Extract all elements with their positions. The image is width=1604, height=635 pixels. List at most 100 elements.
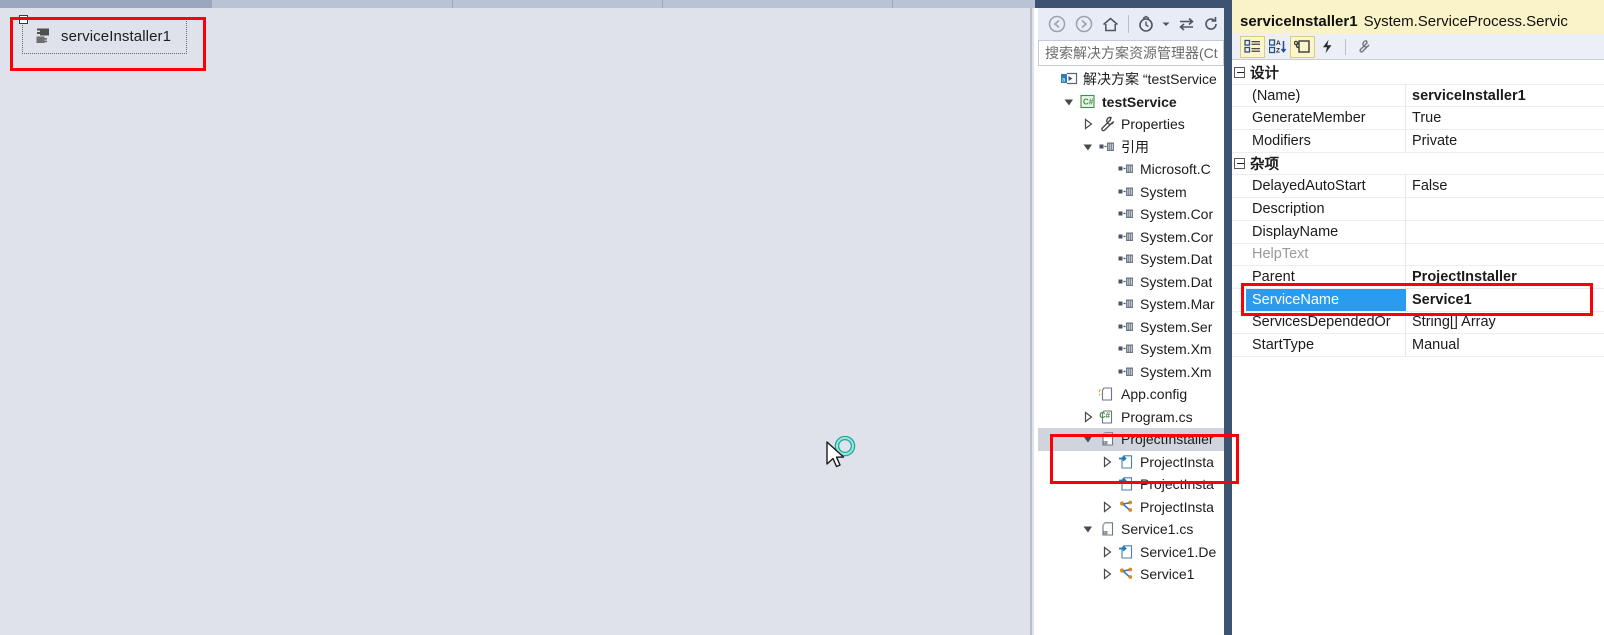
properties-button[interactable] [1290,35,1315,58]
property-name[interactable]: ServicesDependedOr [1246,311,1406,334]
tree-item[interactable]: Service1 [1038,563,1224,586]
property-row[interactable]: Parent ProjectInstaller [1232,266,1604,289]
tree-item[interactable]: 引用 [1038,136,1224,159]
chevron-collapsed-icon[interactable] [1101,568,1113,580]
property-row[interactable]: DisplayName [1232,220,1604,244]
property-name[interactable]: DisplayName [1246,220,1406,243]
chevron-collapsed-icon[interactable] [1101,501,1113,513]
property-value[interactable] [1406,244,1604,266]
categorized-view-button[interactable] [1240,35,1265,58]
property-name[interactable]: Parent [1246,266,1406,288]
tree-item[interactable]: System.Ser [1038,316,1224,339]
tree-item[interactable]: App.config [1038,383,1224,406]
tree-item[interactable]: Service1.cs [1038,518,1224,541]
tree-item[interactable]: System.Xm [1038,338,1224,361]
property-value[interactable]: Service1 [1406,289,1604,311]
sync-icon[interactable] [1173,11,1200,37]
property-name[interactable]: Modifiers [1246,130,1406,152]
properties-object-name: serviceInstaller1 [1240,12,1358,30]
collapse-box-icon[interactable] [1234,157,1245,169]
property-value[interactable] [1406,221,1604,243]
category-expander[interactable] [1232,152,1246,175]
property-name[interactable]: ServiceName [1246,288,1406,311]
property-value[interactable]: String[] Array [1406,312,1604,334]
tree-item[interactable]: System.Xm [1038,361,1224,384]
forward-icon[interactable] [1071,11,1098,37]
tree-item[interactable]: ProjectInsta [1038,473,1224,496]
tree-item[interactable]: System [1038,181,1224,204]
property-row[interactable]: ServiceName Service1 [1232,288,1604,312]
property-value[interactable]: False [1406,175,1604,197]
tree-item[interactable]: Service1.De [1038,541,1224,564]
property-pages-button[interactable] [1351,36,1376,58]
property-row[interactable]: DelayedAutoStart False [1232,175,1604,199]
chevron-expanded-icon[interactable] [1082,523,1094,535]
tree-item[interactable]: Microsoft.C [1038,158,1224,181]
home-icon[interactable] [1097,11,1124,37]
collapse-box-icon[interactable] [1234,67,1245,78]
back-icon[interactable] [1044,11,1071,37]
property-row[interactable]: ServicesDependedOr String[] Array [1232,311,1604,335]
property-value[interactable]: Private [1406,130,1604,152]
designer-surface[interactable]: serviceInstaller1 [0,8,1032,635]
row-gutter [1232,198,1246,220]
chevron-collapsed-icon[interactable] [1082,411,1094,423]
strip-segment-left [0,0,212,8]
property-name[interactable]: StartType [1246,334,1406,356]
tree-item[interactable]: Properties [1038,113,1224,136]
chevron-collapsed-icon[interactable] [1101,546,1113,558]
property-category-row[interactable]: 设计 [1232,62,1604,85]
chevron-collapsed-icon[interactable] [1101,456,1113,468]
pending-changes-icon[interactable] [1133,11,1160,37]
solution-explorer-right-edge[interactable] [1224,8,1232,635]
property-row[interactable]: Description [1232,198,1604,221]
tree-item[interactable]: ProjectInsta [1038,451,1224,474]
properties-grid[interactable]: 设计 (Name) serviceInstaller1 GenerateMember T… [1232,62,1604,635]
property-value[interactable]: True [1406,107,1604,129]
tree-item[interactable]: System.Dat [1038,271,1224,294]
chevron-down-icon[interactable] [1159,11,1172,37]
category-expander[interactable] [1232,62,1246,84]
property-row[interactable]: StartType Manual [1232,334,1604,357]
property-value[interactable] [1406,198,1604,220]
chevron-collapsed-icon[interactable] [1082,118,1094,130]
reference-icon [1118,206,1135,222]
property-name[interactable]: (Name) [1246,84,1406,107]
tree-item[interactable]: C# Program.cs [1038,406,1224,429]
refresh-icon[interactable] [1197,11,1224,37]
property-category-row[interactable]: 杂项 [1232,152,1604,176]
tree-item[interactable]: ProjectInsta [1038,496,1224,519]
alphabetical-sort-button[interactable]: A Z [1265,36,1290,58]
tree-item-label: Properties [1121,116,1185,133]
property-value[interactable]: ProjectInstaller [1406,266,1604,288]
property-row[interactable]: (Name) serviceInstaller1 [1232,84,1604,108]
property-name[interactable]: HelpText [1246,243,1406,266]
tree-item[interactable]: System.Cor [1038,203,1224,226]
property-row[interactable]: HelpText [1232,243,1604,267]
property-name[interactable]: Description [1246,198,1406,220]
search-placeholder: 搜索解决方案资源管理器(Ct [1045,45,1218,61]
chevron-expanded-icon[interactable] [1082,141,1094,153]
property-name[interactable]: GenerateMember [1246,107,1406,130]
tree-item[interactable]: C# testService [1038,91,1224,114]
chevron-expanded-icon[interactable] [1082,433,1094,445]
property-row[interactable]: Modifiers Private [1232,130,1604,153]
tree-item[interactable]: a 解决方案 “testService [1038,68,1224,91]
tree-item[interactable]: System.Dat [1038,248,1224,271]
property-row[interactable]: GenerateMember True [1232,107,1604,131]
property-value[interactable]: serviceInstaller1 [1406,85,1604,107]
designer-cs-icon [1118,454,1135,470]
solution-explorer-search-input[interactable]: 搜索解决方案资源管理器(Ct [1038,40,1224,66]
tree-item[interactable]: System.Cor [1038,226,1224,249]
property-name[interactable]: DelayedAutoStart [1246,175,1406,198]
tree-item[interactable]: ProjectInstaller [1038,428,1224,451]
chevron-expanded-icon[interactable] [1063,96,1075,108]
solution-explorer-tree[interactable]: a 解决方案 “testService C# testService Propertie… [1038,68,1224,635]
tree-item[interactable]: System.Mar [1038,293,1224,316]
property-value[interactable]: Manual [1406,334,1604,356]
events-button[interactable] [1315,36,1340,58]
